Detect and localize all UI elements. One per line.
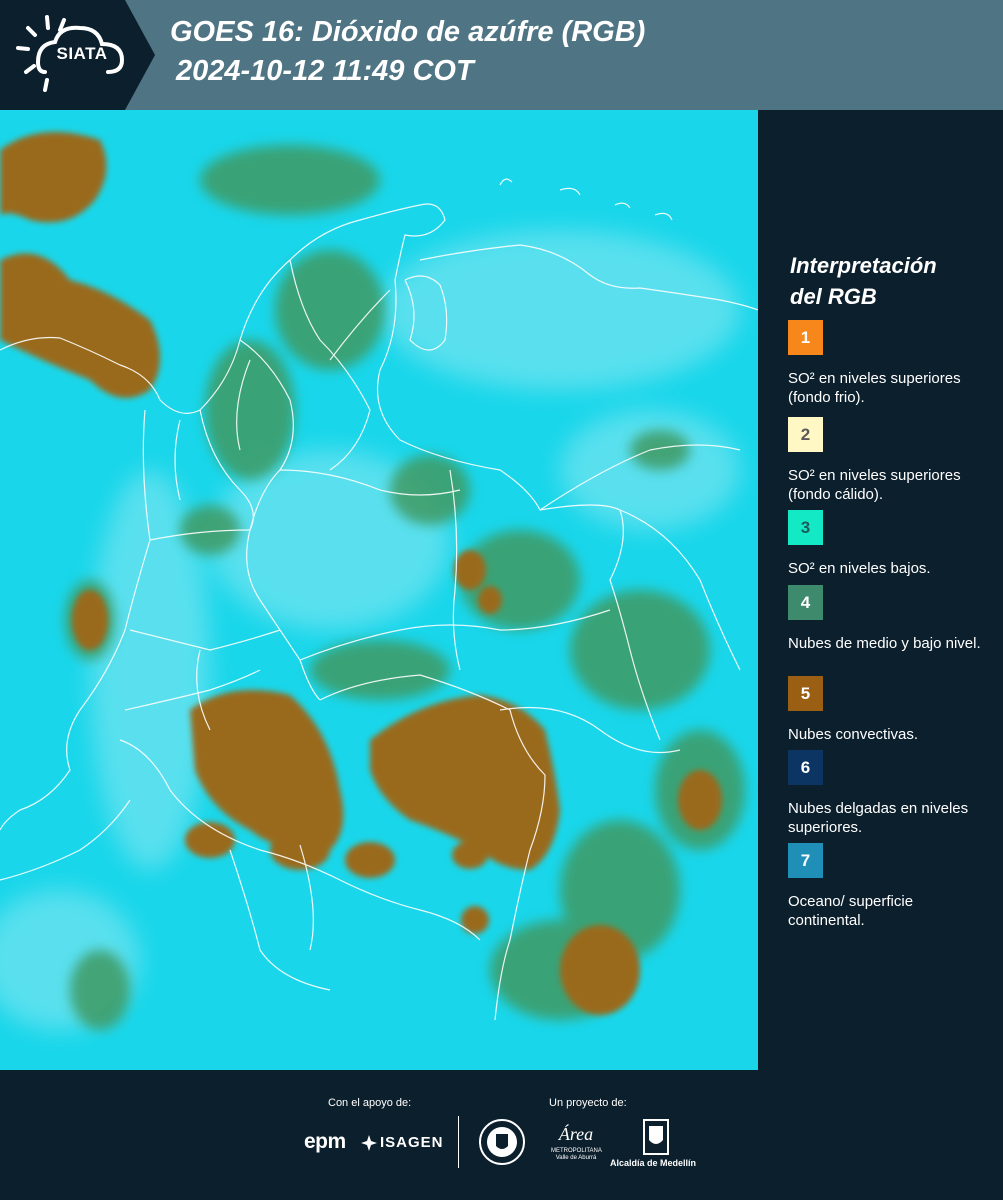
legend-swatch-7: 7 xyxy=(788,843,823,878)
area-metropolitana-logo-icon[interactable]: Área xyxy=(551,1120,601,1148)
legend-swatch-4: 4 xyxy=(788,585,823,620)
support-label: Con el apoyo de: xyxy=(328,1097,412,1109)
area-logo-text: Área xyxy=(558,1123,593,1144)
satellite-map[interactable] xyxy=(0,110,758,1070)
page-title: GOES 16: Dióxido de azúfre (RGB) xyxy=(170,16,646,48)
siata-logo-text: SIATA xyxy=(56,44,108,63)
isagen-logo-icon xyxy=(361,1135,377,1151)
legend-swatch-3: 3 xyxy=(788,510,823,545)
alcaldia-shield-icon[interactable] xyxy=(642,1118,670,1156)
footer-divider xyxy=(458,1116,459,1168)
legend-label-3: SO² en niveles bajos. xyxy=(788,560,931,577)
footer: Con el apoyo de: Un proyecto de: epm ISA… xyxy=(0,1070,1003,1200)
map-image xyxy=(0,110,758,1070)
isagen-logo[interactable]: ISAGEN xyxy=(380,1134,444,1151)
legend-label-7: Oceano/ superficie continental. xyxy=(788,893,914,929)
legend-label-5: Nubes convectivas. xyxy=(788,726,919,743)
legend-swatch-6: 6 xyxy=(788,750,823,785)
siata-logo[interactable]: SIATA xyxy=(0,0,155,110)
medellin-seal-icon[interactable] xyxy=(478,1118,526,1166)
legend-item-2: 2 SO² en niveles superiores (fondo cálid… xyxy=(788,417,993,510)
legend-label-2: SO² en niveles superiores (fondo cálido)… xyxy=(788,467,961,503)
legend-swatch-2: 2 xyxy=(788,417,823,452)
legend-item-6: 6 Nubes delgadas en niveles superiores. xyxy=(788,750,993,837)
page-timestamp: 2024-10-12 11:49 COT xyxy=(176,55,474,87)
alcaldia-logo[interactable]: Alcaldía de Medellín xyxy=(610,1158,696,1168)
legend-panel: Interpretación del RGB 1 SO² en niveles … xyxy=(758,110,1003,1070)
legend-item-3: 3 SO² en niveles bajos. xyxy=(788,510,993,578)
legend-title: Interpretación del RGB xyxy=(790,250,990,312)
legend-label-6: Nubes delgadas en niveles superiores. xyxy=(788,800,969,836)
legend-item-7: 7 Oceano/ superficie continental. xyxy=(788,843,993,930)
legend-title-line2: del RGB xyxy=(790,284,877,309)
area-caption: METROPOLITANA Valle de Aburrá xyxy=(551,1148,602,1161)
legend-item-4: 4 Nubes de medio y bajo nivel. xyxy=(788,585,993,653)
legend-label-4: Nubes de medio y bajo nivel. xyxy=(788,635,981,652)
header: SIATA GOES 16: Dióxido de azúfre (RGB) 2… xyxy=(0,0,1003,110)
legend-swatch-5: 5 xyxy=(788,676,823,711)
legend-label-1: SO² en niveles superiores (fondo frio). xyxy=(788,370,961,406)
legend-item-1: 1 SO² en niveles superiores (fondo frio)… xyxy=(788,320,993,407)
legend-item-5: 5 Nubes convectivas. xyxy=(788,676,993,744)
legend-swatch-1: 1 xyxy=(788,320,823,355)
legend-title-line1: Interpretación xyxy=(790,253,937,278)
project-label: Un proyecto de: xyxy=(549,1097,627,1109)
epm-logo[interactable]: epm xyxy=(304,1130,346,1154)
